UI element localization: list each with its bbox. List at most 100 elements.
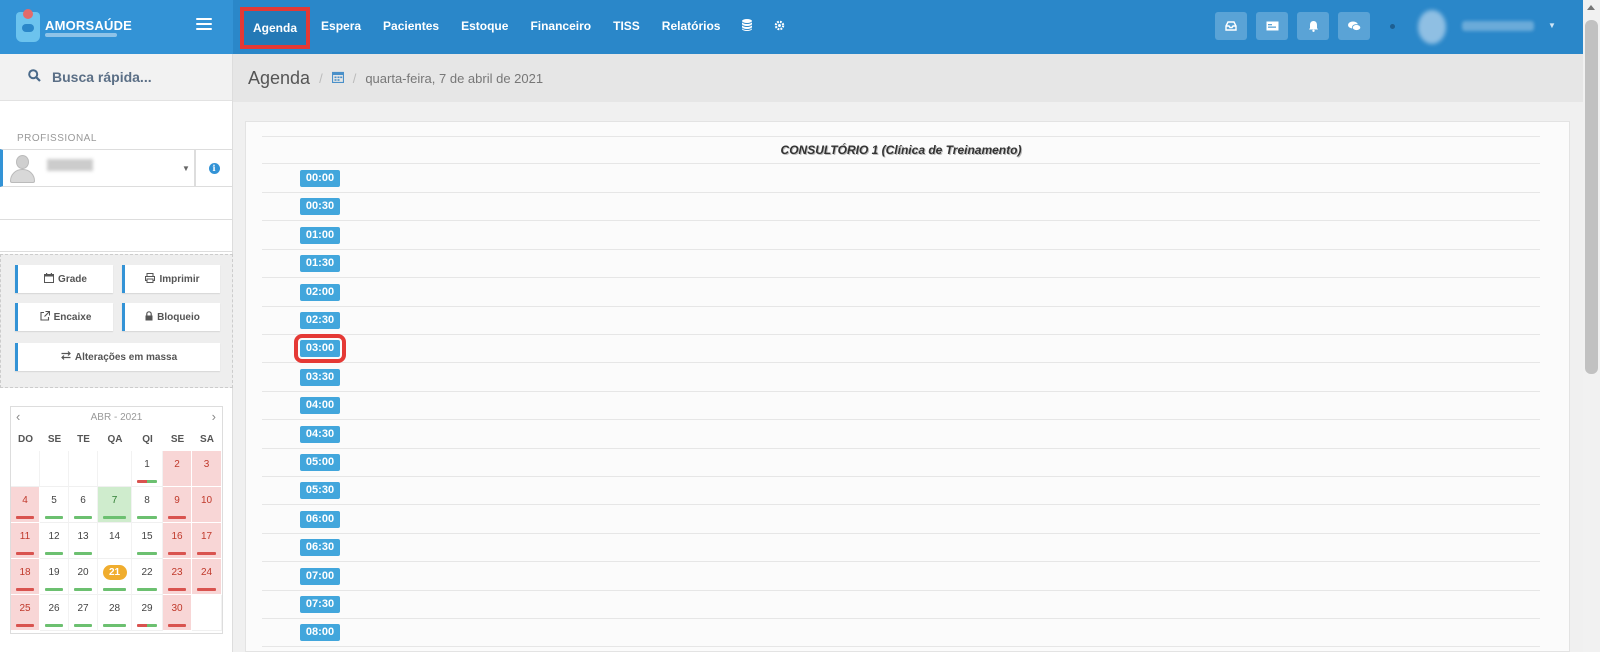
nav-estoque[interactable]: Estoque bbox=[450, 0, 519, 54]
time-slot-badge[interactable]: 00:30 bbox=[300, 198, 340, 216]
time-slot-badge[interactable]: 08:00 bbox=[300, 624, 340, 642]
calendar-day[interactable]: 19 bbox=[40, 559, 69, 595]
calendar-day[interactable]: 3 bbox=[192, 451, 222, 487]
time-slot-badge[interactable]: 04:00 bbox=[300, 397, 340, 415]
time-slot-row[interactable]: 06:30 bbox=[262, 533, 1540, 563]
grade-button[interactable]: Grade bbox=[15, 265, 113, 293]
time-slot-badge[interactable]: 00:00 bbox=[300, 170, 340, 187]
encaixe-button[interactable]: Encaixe bbox=[15, 303, 113, 331]
time-slot-badge[interactable]: 02:00 bbox=[300, 283, 340, 301]
user-menu-caret-icon[interactable]: ▼ bbox=[1548, 21, 1556, 30]
time-slot-row[interactable]: 03:30 bbox=[262, 363, 1540, 392]
calendar-day[interactable]: 17 bbox=[192, 523, 222, 559]
calendar-day[interactable]: 29 bbox=[132, 595, 163, 631]
time-slot-badge[interactable]: 07:30 bbox=[300, 596, 340, 613]
calendar-day[interactable]: 18 bbox=[11, 559, 40, 595]
time-slot-row[interactable]: 00:30 bbox=[262, 192, 1540, 222]
nav-tiss[interactable]: TISS bbox=[602, 0, 651, 54]
database-icon[interactable] bbox=[731, 1, 763, 53]
bulk-changes-button[interactable]: Alterações em massa bbox=[15, 343, 220, 371]
nav-pacientes[interactable]: Pacientes bbox=[372, 0, 450, 54]
menu-toggle-icon[interactable] bbox=[196, 18, 212, 32]
time-slot-row[interactable]: 07:00 bbox=[262, 562, 1540, 591]
time-slot-badge[interactable]: 07:00 bbox=[300, 567, 340, 585]
print-button[interactable]: Imprimir bbox=[122, 265, 220, 293]
nav-financeiro[interactable]: Financeiro bbox=[519, 0, 602, 54]
calendar-day[interactable]: 10 bbox=[192, 487, 222, 523]
calendar-day[interactable]: 23 bbox=[163, 559, 192, 595]
occupancy-bar bbox=[74, 624, 92, 627]
time-slot-row[interactable]: 00:00 bbox=[262, 164, 1540, 193]
calendar-day[interactable]: 26 bbox=[40, 595, 69, 631]
time-slot-badge[interactable]: 01:00 bbox=[300, 226, 340, 244]
time-slot-row[interactable]: 04:00 bbox=[262, 391, 1540, 421]
calendar-day[interactable]: 7 bbox=[98, 487, 132, 523]
nav-espera[interactable]: Espera bbox=[310, 0, 372, 54]
calendar-icon[interactable] bbox=[331, 71, 344, 86]
calendar-day[interactable]: 30 bbox=[163, 595, 192, 631]
time-slot-row[interactable]: 05:30 bbox=[262, 476, 1540, 506]
calendar-day[interactable]: 25 bbox=[11, 595, 40, 631]
calendar-day[interactable]: 27 bbox=[69, 595, 98, 631]
bloqueio-button[interactable]: Bloqueio bbox=[122, 303, 220, 331]
gear-icon[interactable] bbox=[763, 1, 796, 53]
nav-agenda[interactable]: Agenda bbox=[240, 7, 311, 49]
chat-icon[interactable] bbox=[1338, 12, 1370, 40]
time-slot-row[interactable]: 01:30 bbox=[262, 249, 1540, 279]
quick-search[interactable]: Busca rápida... bbox=[0, 54, 232, 101]
user-name-blurred[interactable] bbox=[1462, 21, 1534, 31]
time-slot-badge[interactable]: 01:30 bbox=[300, 255, 340, 273]
time-slot-row[interactable]: 08:00 bbox=[262, 618, 1540, 648]
calendar-day[interactable]: 16 bbox=[163, 523, 192, 559]
calendar-day[interactable]: 8 bbox=[132, 487, 163, 523]
time-slot-row[interactable]: 07:30 bbox=[262, 590, 1540, 619]
time-slot-badge[interactable]: 03:30 bbox=[300, 368, 340, 386]
calendar-day[interactable]: 2 bbox=[163, 451, 192, 487]
time-slot-badge[interactable]: 05:00 bbox=[300, 454, 340, 471]
calendar-day[interactable]: 12 bbox=[40, 523, 69, 559]
time-slot-row[interactable]: 02:30 bbox=[262, 306, 1540, 335]
card-icon[interactable] bbox=[1256, 12, 1288, 40]
calendar-day-number: 19 bbox=[48, 567, 60, 578]
calendar-day[interactable]: 1 bbox=[132, 451, 163, 487]
time-slot-row[interactable]: 01:00 bbox=[262, 221, 1540, 250]
time-slot-badge[interactable]: 05:30 bbox=[300, 482, 340, 500]
time-slot-badge[interactable]: 06:00 bbox=[300, 510, 340, 528]
professional-select[interactable]: ▼ bbox=[0, 149, 195, 187]
time-slot-badge[interactable]: 02:30 bbox=[300, 312, 340, 329]
inbox-icon[interactable] bbox=[1215, 12, 1247, 40]
user-avatar[interactable] bbox=[1418, 10, 1446, 44]
chevron-left-icon[interactable]: ‹ bbox=[16, 409, 20, 424]
time-slot-badge[interactable]: 04:30 bbox=[300, 425, 340, 443]
logo-area[interactable]: AMORSAÚDE bbox=[0, 0, 233, 54]
scrollbar-thumb[interactable] bbox=[1585, 20, 1598, 374]
nav-relatorios[interactable]: Relatórios bbox=[651, 0, 732, 54]
chevron-right-icon[interactable]: › bbox=[212, 409, 216, 424]
time-slot-row[interactable]: 05:00 bbox=[262, 448, 1540, 477]
calendar-day[interactable]: 15 bbox=[132, 523, 163, 559]
calendar-day[interactable]: 21 bbox=[98, 559, 132, 595]
calendar-day[interactable]: 5 bbox=[40, 487, 69, 523]
brand-tagline-blurred bbox=[45, 33, 117, 37]
scroll-up-icon[interactable] bbox=[1587, 5, 1595, 10]
bell-icon[interactable] bbox=[1297, 12, 1329, 40]
calendar-day[interactable]: 13 bbox=[69, 523, 98, 559]
time-slot-row[interactable]: 02:00 bbox=[262, 278, 1540, 307]
calendar-day[interactable]: 20 bbox=[69, 559, 98, 595]
time-slot-badge[interactable]: 06:30 bbox=[300, 539, 340, 557]
page-scrollbar[interactable] bbox=[1583, 0, 1600, 652]
time-slot-row[interactable]: 03:00 bbox=[262, 334, 1540, 364]
calendar-day[interactable]: 24 bbox=[192, 559, 222, 595]
calendar-day[interactable]: 6 bbox=[69, 487, 98, 523]
calendar-day[interactable]: 4 bbox=[11, 487, 40, 523]
schedule-panel: CONSULTÓRIO 1 (Clínica de Treinamento) 0… bbox=[245, 121, 1570, 652]
calendar-day[interactable]: 11 bbox=[11, 523, 40, 559]
time-slot-row[interactable]: 06:00 bbox=[262, 505, 1540, 534]
calendar-day[interactable]: 28 bbox=[98, 595, 132, 631]
calendar-day[interactable]: 9 bbox=[163, 487, 192, 523]
professional-info-button[interactable]: i bbox=[195, 149, 233, 187]
time-slot-row[interactable]: 04:30 bbox=[262, 420, 1540, 449]
calendar-day[interactable]: 22 bbox=[132, 559, 163, 595]
calendar-day[interactable]: 14 bbox=[98, 523, 132, 559]
time-slot-badge[interactable]: 03:00 bbox=[294, 334, 346, 364]
